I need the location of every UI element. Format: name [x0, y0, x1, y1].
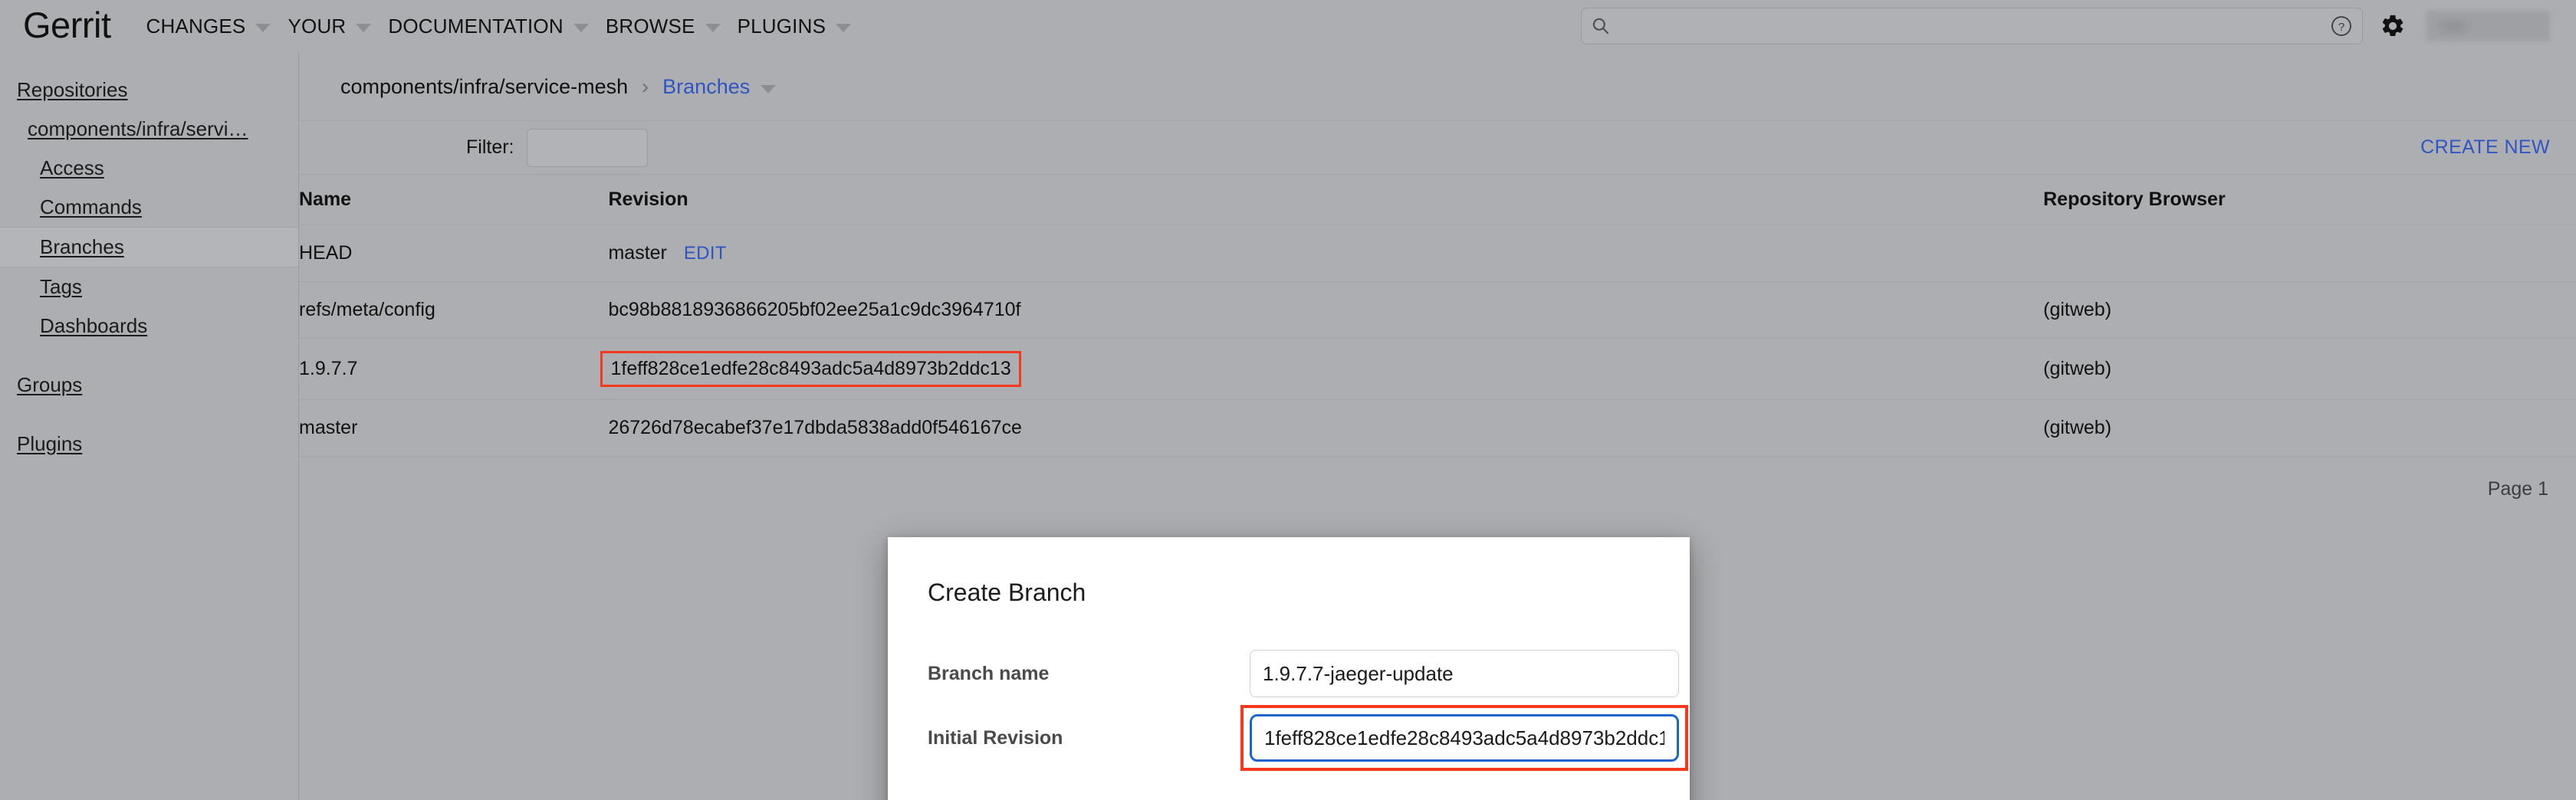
cell-branch-name: master: [299, 399, 609, 457]
page-body: Repositories components/infra/servi… Acc…: [0, 52, 2576, 800]
chevron-down-icon: [255, 23, 271, 32]
table-row: HEAD master EDIT DELETE: [299, 225, 2576, 282]
initial-revision-input[interactable]: [1250, 714, 1679, 762]
breadcrumb-separator-icon: ›: [642, 75, 649, 98]
initial-revision-control: [1240, 705, 1688, 771]
search-icon: [1592, 18, 1609, 34]
revision-value: 26726d78ecabef37e17dbda5838add0f546167ce: [608, 416, 1022, 438]
cell-branch-name: HEAD: [299, 225, 609, 282]
main-nav: CHANGES YOUR DOCUMENTATION BROWSE PLUGIN…: [146, 15, 869, 38]
nav-item-label: YOUR: [288, 14, 347, 38]
table-row: master 26726d78ecabef37e17dbda5838add0f5…: [299, 399, 2576, 457]
initial-revision-label: Initial Revision: [928, 726, 1063, 749]
header-right-controls: ?: [1581, 8, 2550, 44]
cell-repository-browser[interactable]: (gitweb): [2043, 281, 2576, 339]
sidebar-item-dashboards[interactable]: Dashboards: [0, 307, 298, 346]
create-new-button[interactable]: CREATE NEW: [2420, 136, 2550, 159]
create-branch-dialog: Create Branch Branch name Initial Revisi…: [888, 537, 1690, 800]
revision-wrap: master EDIT: [608, 242, 726, 264]
sidebar: Repositories components/infra/servi… Acc…: [0, 52, 299, 800]
nav-item-browse[interactable]: BROWSE: [606, 15, 721, 38]
cell-revision: bc98b8818936866205bf02ee25a1c9dc3964710f: [608, 281, 2044, 339]
branch-name-input[interactable]: [1250, 650, 1679, 697]
sidebar-item-label: components/infra/servi…: [28, 117, 248, 140]
sidebar-divider-gap: [0, 346, 298, 366]
cell-branch-name: 1.9.7.7: [299, 338, 609, 400]
page-indicator: Page 1: [2487, 477, 2548, 500]
nav-item-documentation[interactable]: DOCUMENTATION: [388, 14, 589, 38]
sidebar-item-label: Access: [40, 156, 104, 179]
cell-repository-browser[interactable]: (gitweb): [2043, 399, 2576, 457]
sidebar-item-label: Tags: [40, 275, 82, 298]
sidebar-divider-gap: [0, 405, 298, 425]
cell-revision: 1feff828ce1edfe28c8493adc5a4d8973b2ddc13: [600, 338, 2044, 400]
cell-revision: master EDIT: [608, 225, 2044, 282]
revision-value: master: [608, 242, 667, 264]
cell-branch-name: refs/meta/config: [299, 281, 609, 339]
filter-label: Filter:: [466, 136, 514, 158]
nav-item-label: PLUGINS: [737, 14, 826, 38]
column-header-repository-browser: Repository Browser: [2043, 174, 2576, 225]
nav-item-label: CHANGES: [146, 14, 246, 38]
app-header: Gerrit CHANGES YOUR DOCUMENTATION BROWSE…: [0, 0, 2576, 52]
nav-item-label: BROWSE: [605, 14, 695, 38]
revision-highlight-annotation: 1feff828ce1edfe28c8493adc5a4d8973b2ddc13: [600, 351, 1021, 387]
breadcrumb: components/infra/service-mesh › Branches: [299, 52, 2576, 120]
branch-name-control: [1250, 650, 1679, 697]
table-body: HEAD master EDIT DELETE refs/meta/config: [299, 225, 2576, 457]
sidebar-item-label: Repositories: [17, 78, 128, 101]
revision-value: bc98b8818936866205bf02ee25a1c9dc3964710f: [608, 299, 1021, 320]
branch-name-label: Branch name: [928, 662, 1050, 684]
nav-item-plugins[interactable]: PLUGINS: [738, 15, 852, 38]
search-input[interactable]: [1622, 16, 2330, 36]
cell-repository-browser: [2043, 225, 2576, 282]
chevron-down-icon[interactable]: [761, 84, 777, 93]
nav-item-your[interactable]: YOUR: [288, 14, 372, 38]
table-header-row: Name Revision Repository Browser: [299, 174, 2576, 225]
initial-revision-field-row: Initial Revision: [928, 705, 1688, 771]
sidebar-item-label: Groups: [17, 373, 83, 396]
sidebar-item-access[interactable]: Access: [0, 149, 298, 188]
branch-name-field-row: Branch name: [928, 650, 1679, 697]
column-header-revision: Revision: [608, 174, 2044, 225]
sidebar-item-label: Branches: [40, 235, 124, 258]
help-circle-icon[interactable]: ?: [2330, 15, 2353, 38]
sidebar-item-label: Commands: [40, 195, 142, 218]
chevron-down-icon: [356, 23, 372, 32]
sidebar-item-plugins[interactable]: Plugins: [0, 425, 298, 464]
sidebar-item-groups[interactable]: Groups: [0, 366, 298, 405]
revision-value: 1feff828ce1edfe28c8493adc5a4d8973b2ddc13: [610, 358, 1011, 379]
dialog-title: Create Branch: [928, 579, 1086, 606]
sidebar-item-label: Dashboards: [40, 314, 148, 337]
column-header-name: Name: [299, 174, 609, 225]
sidebar-item-label: Plugins: [17, 432, 83, 455]
table-row: 1.9.7.7 1feff828ce1edfe28c8493adc5a4d897…: [299, 338, 2576, 400]
filter-input[interactable]: [526, 128, 648, 167]
nav-item-label: DOCUMENTATION: [388, 14, 564, 38]
branches-table: Name Revision Repository Browser HEAD ma…: [299, 174, 2576, 457]
sidebar-item-repo-name[interactable]: components/infra/servi…: [0, 110, 298, 149]
breadcrumb-current[interactable]: Branches: [662, 75, 750, 99]
chevron-down-icon: [705, 23, 721, 32]
sidebar-item-repositories[interactable]: Repositories: [0, 70, 298, 110]
chevron-down-icon: [836, 23, 852, 32]
search-box[interactable]: ?: [1581, 8, 2363, 44]
sidebar-item-tags[interactable]: Tags: [0, 267, 298, 307]
svg-text:?: ?: [2338, 21, 2344, 34]
table-row: refs/meta/config bc98b8818936866205bf02e…: [299, 281, 2576, 339]
app-brand[interactable]: Gerrit: [23, 7, 111, 46]
table-header: Name Revision Repository Browser: [299, 174, 2576, 225]
breadcrumb-repo[interactable]: components/infra/service-mesh: [340, 75, 628, 99]
cell-repository-browser[interactable]: (gitweb): [2043, 338, 2576, 400]
gear-icon[interactable]: [2380, 13, 2406, 39]
avatar[interactable]: [2426, 11, 2550, 41]
sidebar-item-branches[interactable]: Branches: [0, 227, 298, 267]
pagination: Page 1: [299, 457, 2576, 500]
sidebar-item-commands[interactable]: Commands: [0, 188, 298, 227]
filter-toolbar: Filter: CREATE NEW: [299, 120, 2576, 174]
cell-revision: 26726d78ecabef37e17dbda5838add0f546167ce: [608, 399, 2044, 457]
edit-head-link[interactable]: EDIT: [684, 243, 727, 264]
chevron-down-icon: [573, 23, 589, 32]
nav-item-changes[interactable]: CHANGES: [146, 15, 271, 38]
